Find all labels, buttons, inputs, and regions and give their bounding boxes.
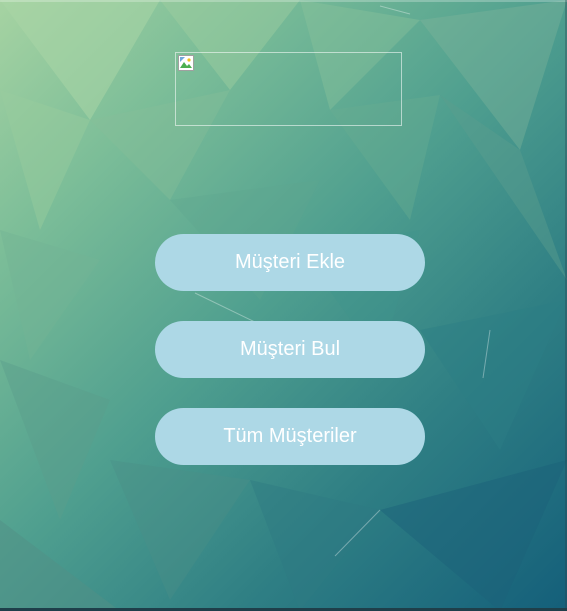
broken-image-icon — [178, 55, 194, 71]
top-border — [0, 0, 567, 2]
find-customer-button[interactable]: Müşteri Bul — [155, 321, 425, 378]
app-window: Müşteri Ekle Müşteri Bul Tüm Müşteriler — [0, 0, 567, 611]
add-customer-button[interactable]: Müşteri Ekle — [155, 234, 425, 291]
all-customers-button[interactable]: Tüm Müşteriler — [155, 408, 425, 465]
logo-image — [175, 52, 402, 126]
